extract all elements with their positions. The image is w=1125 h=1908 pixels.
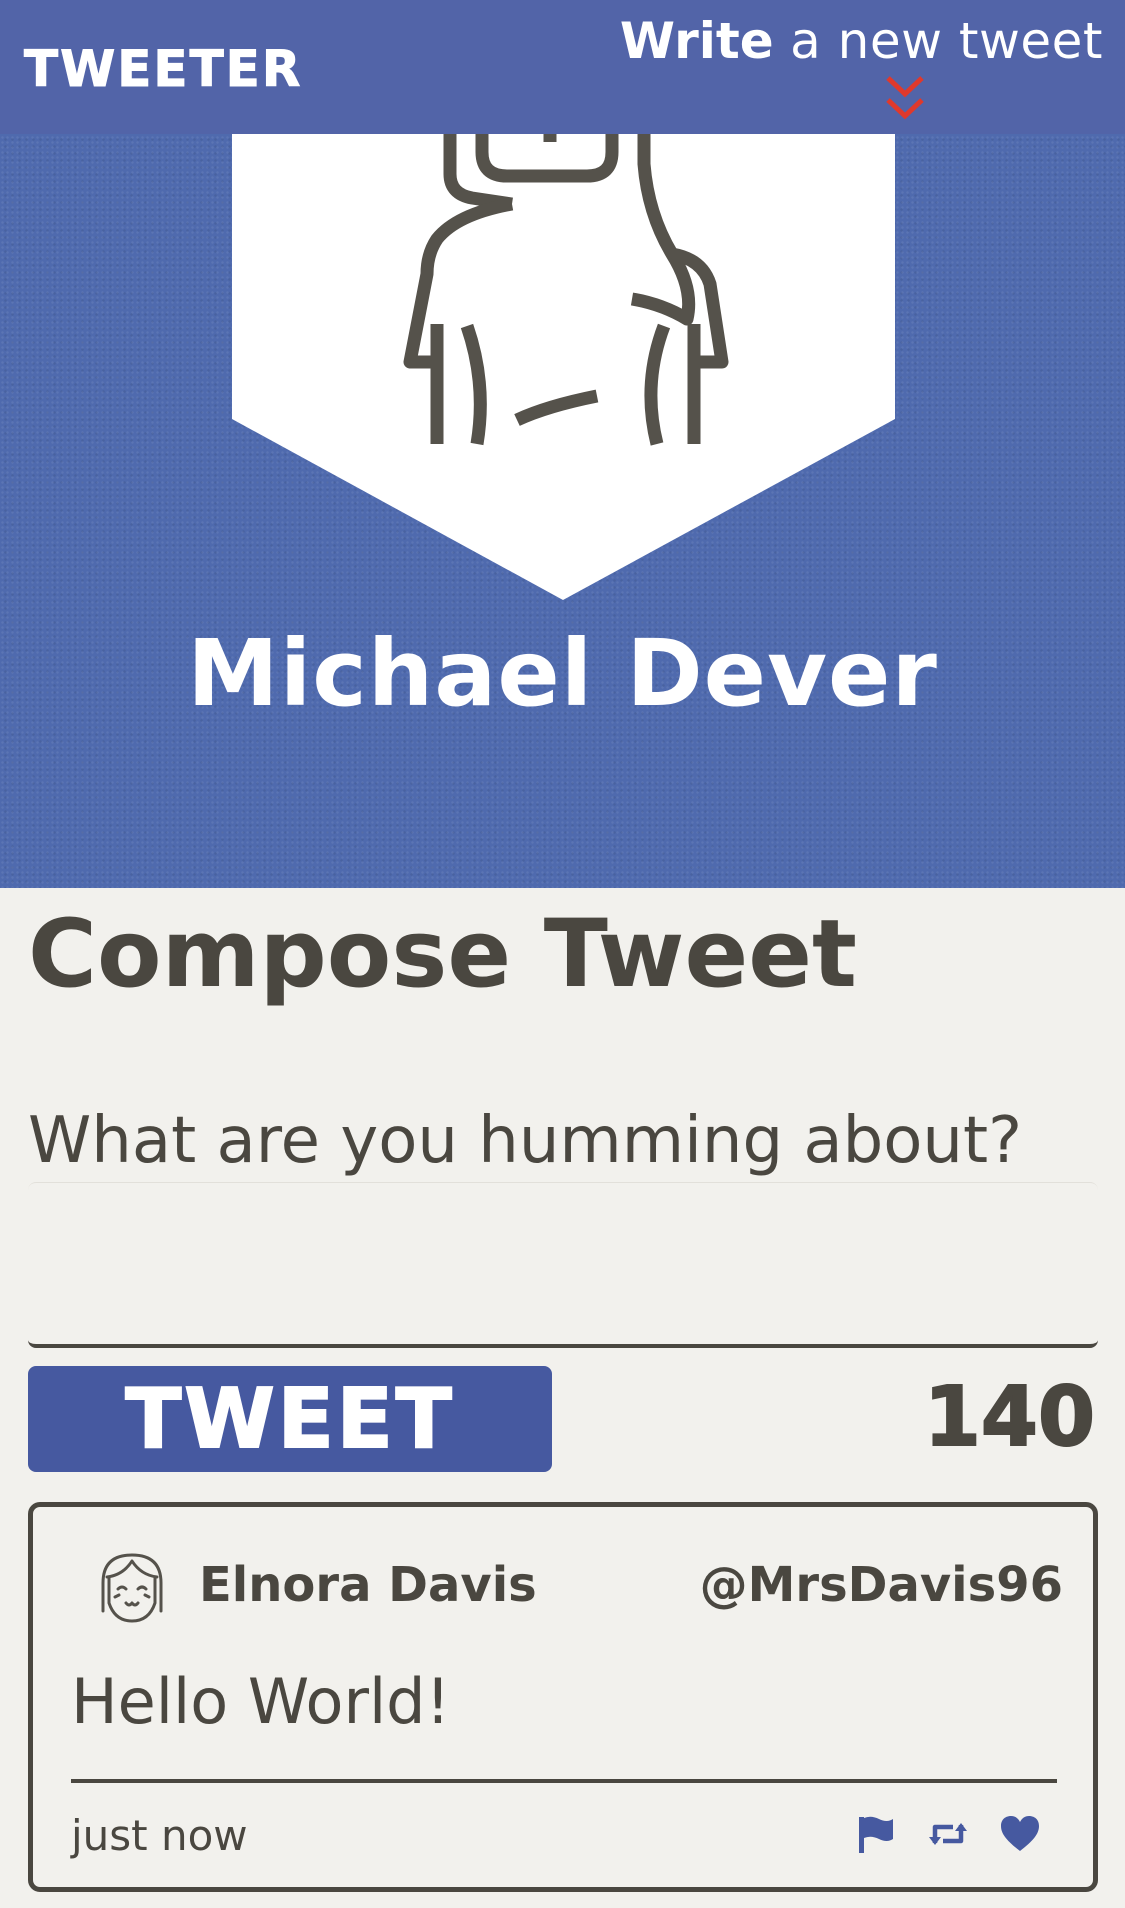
char-counter: 140 <box>923 1369 1096 1466</box>
write-label-strong: Write <box>619 12 774 70</box>
write-label-rest: a new tweet <box>773 12 1103 70</box>
profile-hero: TWEETER Write a new tweet Michael Dever <box>0 0 1125 888</box>
tweet-author-handle: @MrsDavis96 <box>699 1557 1063 1613</box>
brand-logo[interactable]: TWEETER <box>23 40 302 99</box>
double-chevron-down-icon[interactable] <box>880 72 930 124</box>
tweet-actions <box>855 1813 1041 1855</box>
tweet-prompt-label: What are you humming about? <box>28 1104 1023 1178</box>
flag-icon[interactable] <box>855 1813 897 1855</box>
profile-name: Michael Dever <box>187 620 938 727</box>
tweet-text: Hello World! <box>71 1665 451 1738</box>
top-nav-bar: TWEETER Write a new tweet <box>0 0 1125 134</box>
tweet-divider <box>71 1779 1057 1783</box>
compose-title: Compose Tweet <box>28 900 857 1009</box>
retweet-icon[interactable] <box>927 1813 969 1855</box>
woman-profile-icon <box>232 134 895 600</box>
write-new-tweet-link[interactable]: Write a new tweet <box>620 12 1103 70</box>
tweet-timestamp: just now <box>71 1811 248 1860</box>
tweet-card: Elnora Davis @MrsDavis96 Hello World! ju… <box>28 1502 1098 1892</box>
tweet-textarea[interactable] <box>28 1182 1098 1348</box>
girl-avatar-icon <box>101 1553 163 1623</box>
tweet-submit-button[interactable]: TWEET <box>28 1366 552 1472</box>
tweet-author-name: Elnora Davis <box>199 1557 537 1613</box>
heart-icon[interactable] <box>999 1813 1041 1855</box>
